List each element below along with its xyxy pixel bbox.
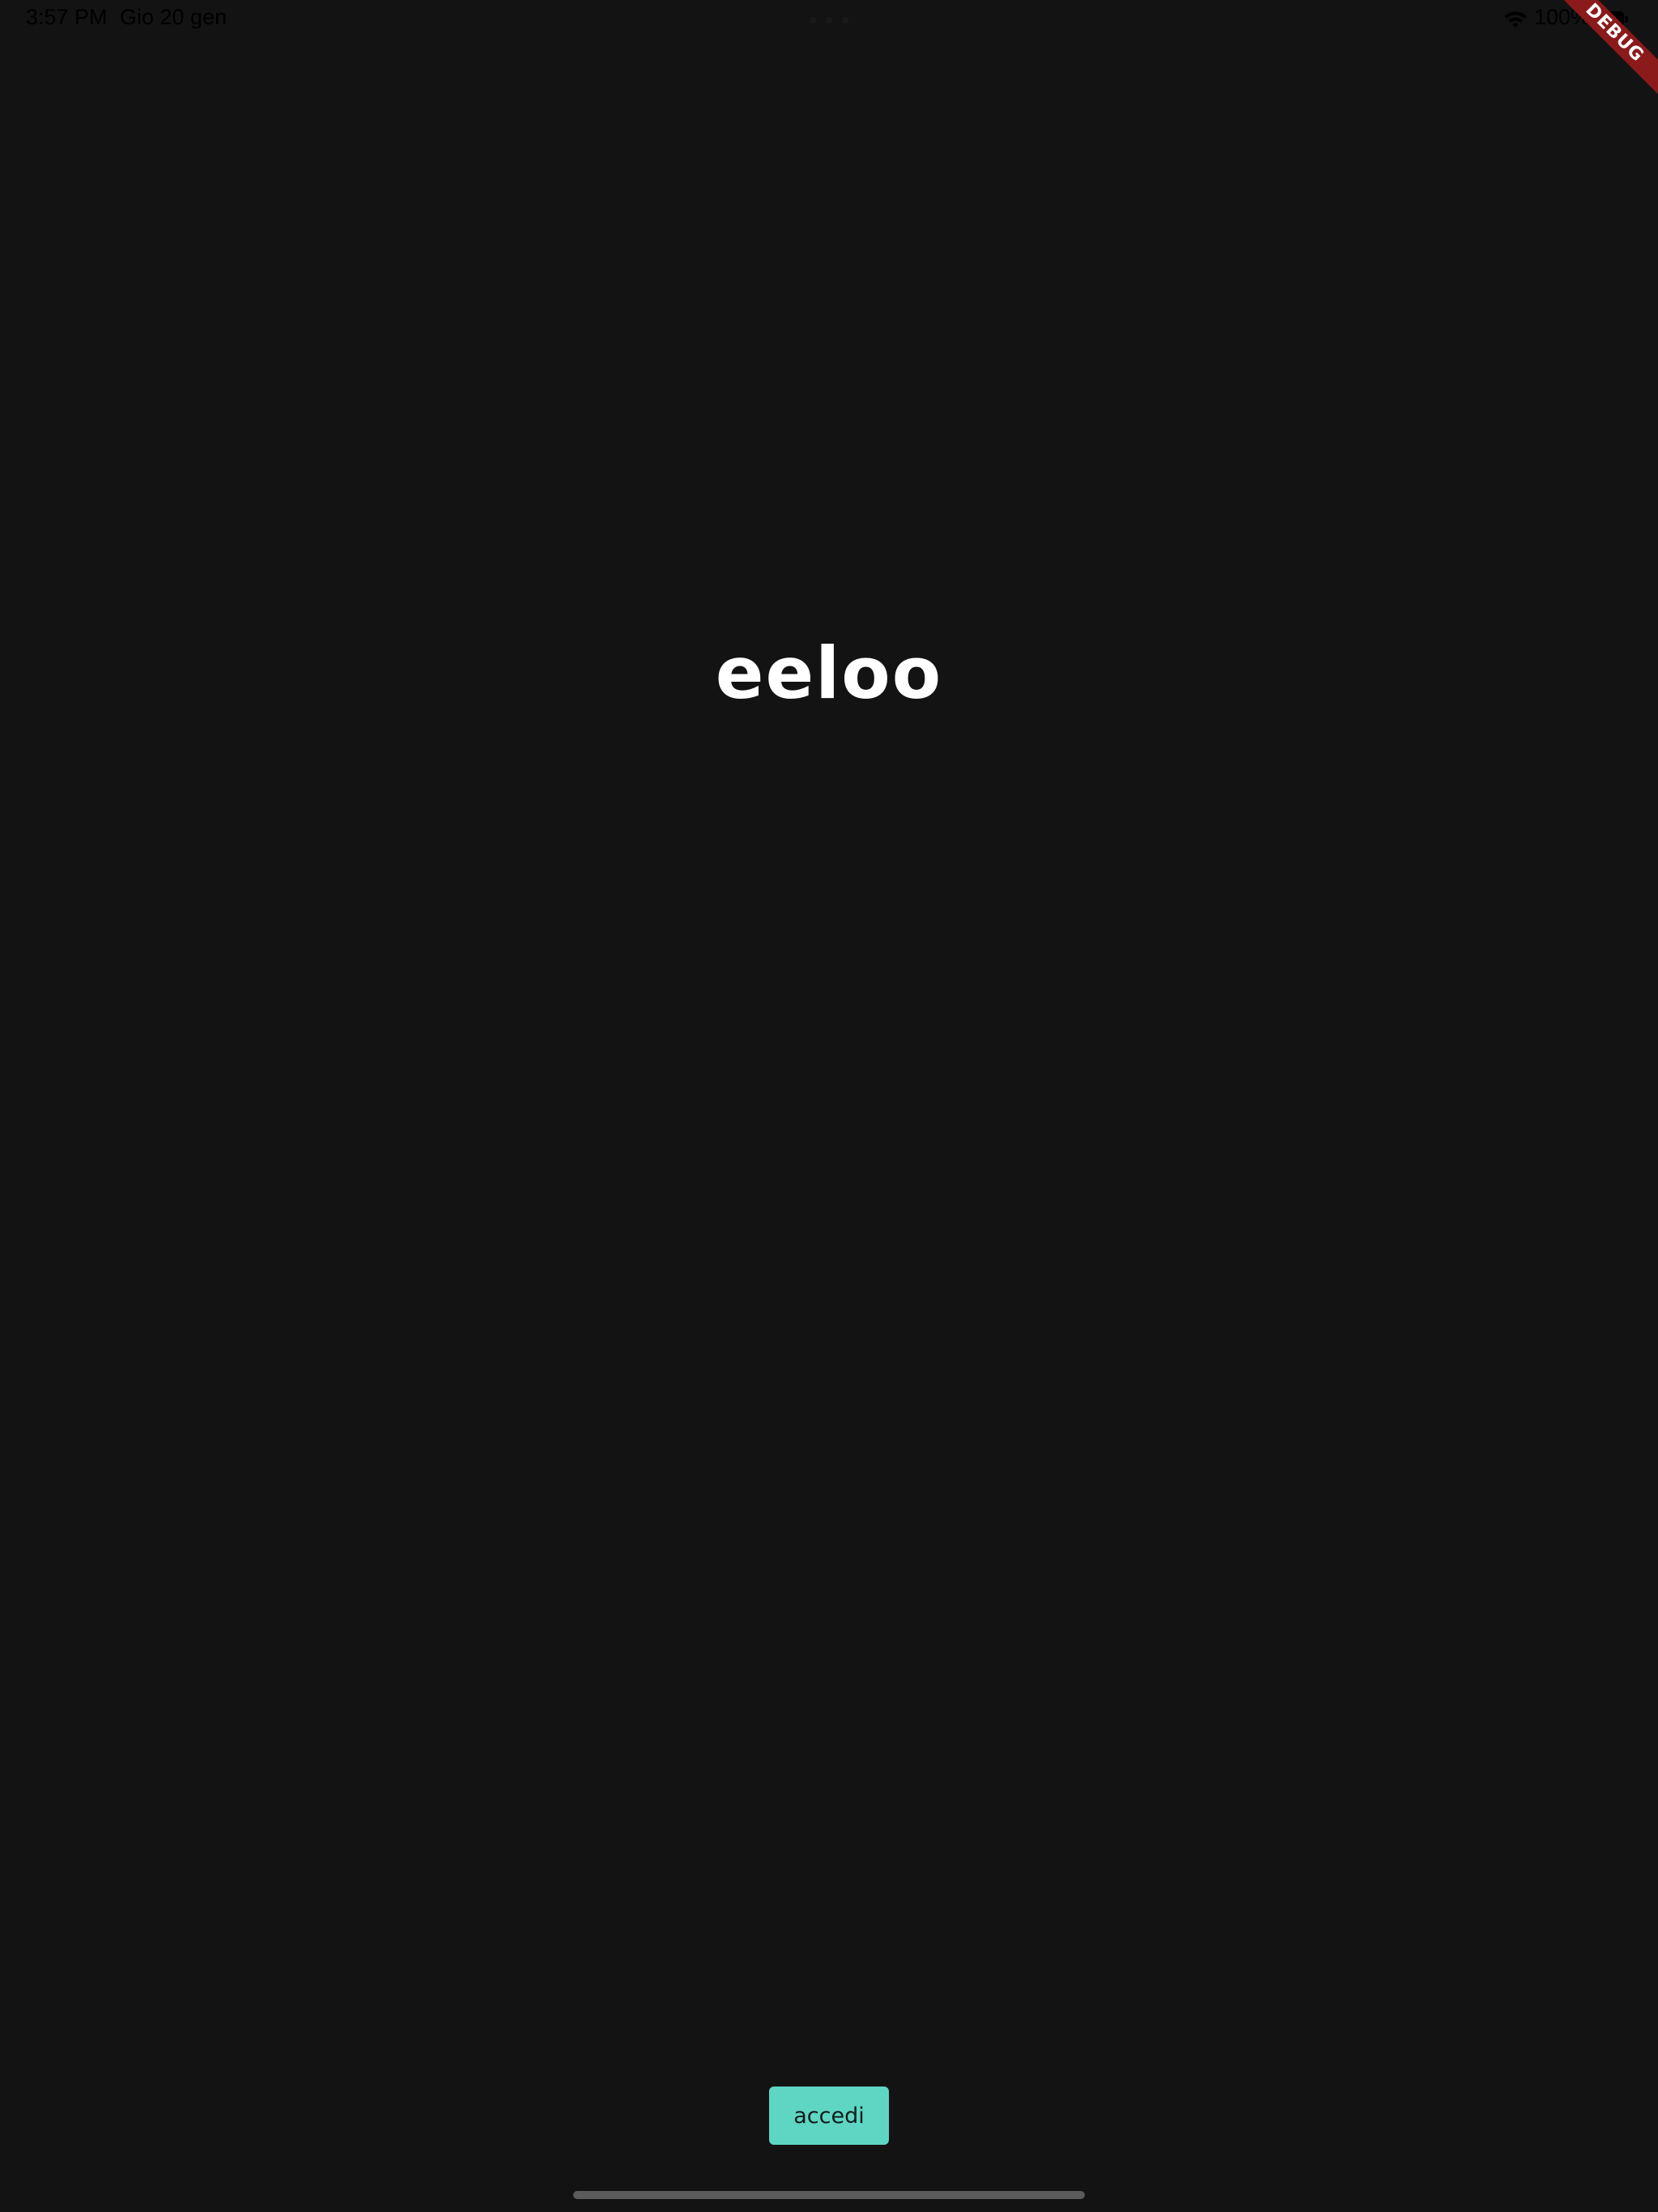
- app-title: eeloo: [715, 632, 943, 715]
- status-date: Gio 20 gen: [120, 5, 227, 29]
- wifi-icon: [1504, 11, 1527, 28]
- status-bar: 3:57 PM Gio 20 gen 100%: [0, 0, 1658, 39]
- debug-banner: DEBUG: [1545, 0, 1658, 113]
- login-button[interactable]: accedi: [769, 2087, 889, 2145]
- debug-banner-label: DEBUG: [1548, 0, 1658, 100]
- multitasking-dots-icon[interactable]: [810, 17, 848, 23]
- status-time: 3:57 PM: [26, 5, 108, 29]
- home-indicator[interactable]: [573, 2191, 1085, 2199]
